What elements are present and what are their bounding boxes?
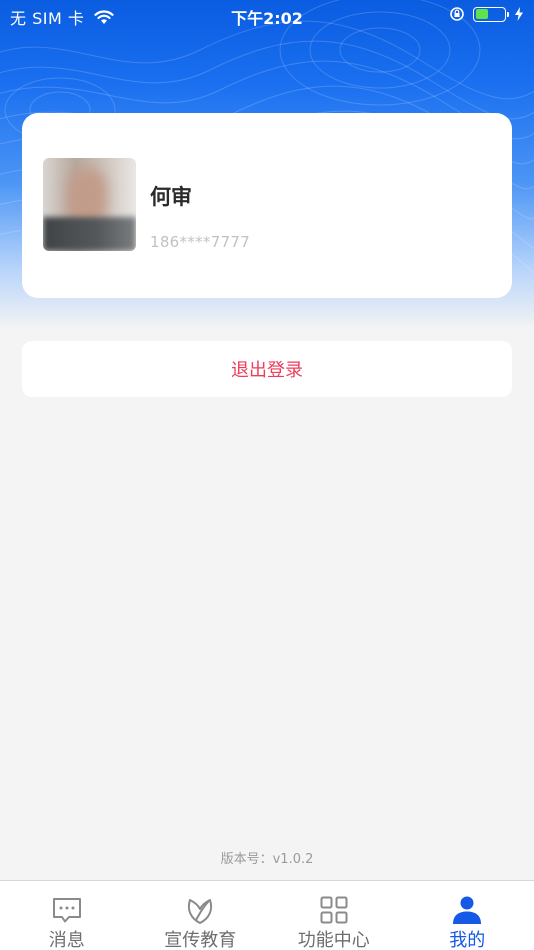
profile-card[interactable]: 何审 186****7777 xyxy=(22,113,512,298)
message-icon xyxy=(52,898,81,923)
tab-mine[interactable]: 我的 xyxy=(401,881,534,950)
battery-icon xyxy=(473,6,509,22)
tab-education[interactable]: 宣传教育 xyxy=(134,881,268,950)
status-bar: 无 SIM 卡 下午2:02 xyxy=(0,0,534,30)
grid-icon xyxy=(320,896,348,924)
person-icon xyxy=(453,896,482,924)
tab-label: 功能中心 xyxy=(297,930,370,950)
charging-bolt-icon xyxy=(515,7,523,21)
battery-fill xyxy=(475,9,488,19)
tab-label: 宣传教育 xyxy=(164,930,237,950)
tab-messages[interactable]: 消息 xyxy=(0,881,134,950)
user-phone: 186****7777 xyxy=(150,233,251,251)
bottom-tab-bar: 消息 宣传教育 功能中心 我的 xyxy=(0,880,534,950)
logout-button[interactable]: 退出登录 xyxy=(22,341,512,397)
leaf-icon xyxy=(188,899,213,924)
avatar[interactable] xyxy=(43,158,136,251)
version-label: 版本号：v1.0.2 xyxy=(220,852,314,867)
user-name: 何审 xyxy=(150,185,192,209)
tab-function-center[interactable]: 功能中心 xyxy=(267,881,401,950)
tab-label: 我的 xyxy=(449,930,486,950)
rotation-lock-icon xyxy=(450,7,464,21)
tab-label: 消息 xyxy=(48,930,85,950)
